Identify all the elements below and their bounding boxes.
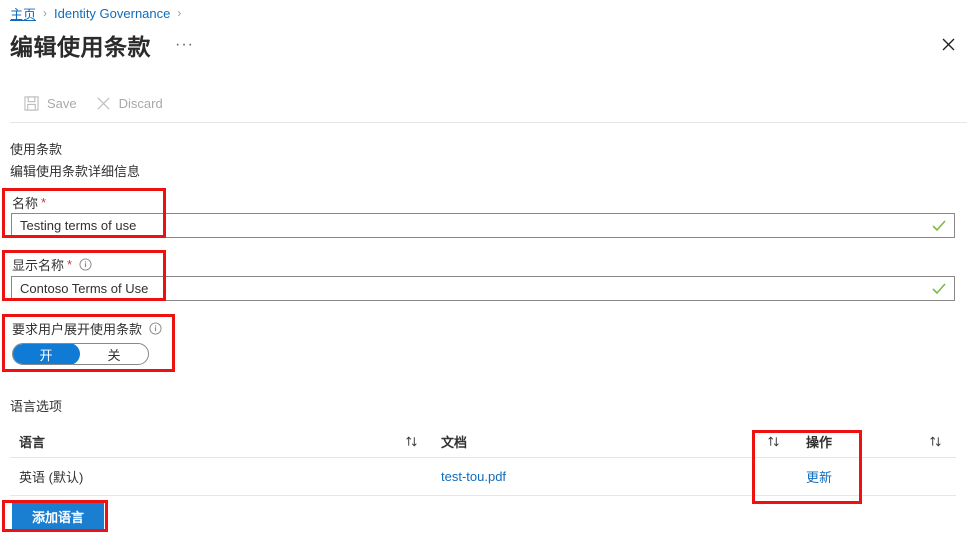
sort-button-document[interactable] xyxy=(752,435,794,448)
save-icon xyxy=(23,95,40,112)
toggle-option-off[interactable]: 关 xyxy=(80,344,148,364)
discard-icon xyxy=(95,95,112,112)
document-link[interactable]: test-tou.pdf xyxy=(441,469,506,484)
discard-button[interactable]: Discard xyxy=(86,88,172,118)
column-header-document: 文档 xyxy=(441,435,468,450)
breadcrumb-item-identity-governance[interactable]: Identity Governance xyxy=(54,6,170,21)
name-input[interactable] xyxy=(11,213,955,238)
sort-ascending-descending-icon xyxy=(929,435,942,448)
page-title-row: 编辑使用条款 ··· xyxy=(10,28,198,62)
save-label: Save xyxy=(47,95,77,111)
discard-label: Discard xyxy=(118,95,163,111)
close-button[interactable] xyxy=(935,31,961,57)
breadcrumb-separator-icon: › xyxy=(177,6,182,20)
display-name-input[interactable] xyxy=(11,276,955,301)
require-expand-label-text: 要求用户展开使用条款 xyxy=(12,322,143,337)
info-icon[interactable] xyxy=(149,322,162,335)
language-options-heading: 语言选项 xyxy=(10,399,63,414)
breadcrumb-separator-icon: › xyxy=(43,6,48,20)
save-button[interactable]: Save xyxy=(14,88,86,118)
sort-button-language[interactable] xyxy=(390,435,432,448)
cell-language: 英语 (默认) xyxy=(19,470,84,485)
display-name-label-text: 显示名称 xyxy=(12,258,65,273)
column-header-action: 操作 xyxy=(806,435,833,450)
terms-of-use-heading: 使用条款 xyxy=(10,142,63,157)
name-field-label: 名称 * xyxy=(12,193,46,212)
display-name-field-label: 显示名称 * xyxy=(12,255,92,274)
cell-document: test-tou.pdf xyxy=(432,469,752,484)
update-link[interactable]: 更新 xyxy=(806,470,832,485)
display-name-required-marker: * xyxy=(67,257,73,272)
command-bar-divider xyxy=(10,122,967,123)
close-icon xyxy=(942,38,954,50)
more-options-button[interactable]: ··· xyxy=(171,34,198,56)
column-header-language: 语言 xyxy=(19,435,46,450)
sort-ascending-descending-icon xyxy=(767,435,780,448)
page-title: 编辑使用条款 xyxy=(10,34,151,60)
terms-of-use-subheading: 编辑使用条款详细信息 xyxy=(10,164,141,179)
toggle-option-on[interactable]: 开 xyxy=(13,344,80,364)
name-label-text: 名称 xyxy=(12,196,39,211)
table-header-row: 语言 文档 操作 xyxy=(10,426,956,458)
breadcrumb-item-home[interactable]: 主页 xyxy=(10,4,36,23)
sort-button-action[interactable] xyxy=(914,435,956,448)
sort-ascending-descending-icon xyxy=(405,435,418,448)
breadcrumb: 主页 › Identity Governance › xyxy=(10,4,188,22)
require-expand-toggle[interactable]: 开 关 xyxy=(12,343,149,365)
language-options-table: 语言 文档 操作 英语 (默认) test-tou.pdf 更新 xyxy=(10,426,956,496)
require-expand-field-label: 要求用户展开使用条款 xyxy=(12,319,162,338)
table-row[interactable]: 英语 (默认) test-tou.pdf 更新 xyxy=(10,458,956,496)
cell-action: 更新 xyxy=(794,467,914,486)
info-icon[interactable] xyxy=(79,258,92,271)
name-required-marker: * xyxy=(41,195,47,210)
add-language-button[interactable]: 添加语言 xyxy=(12,503,104,529)
command-bar: Save Discard xyxy=(0,86,977,120)
